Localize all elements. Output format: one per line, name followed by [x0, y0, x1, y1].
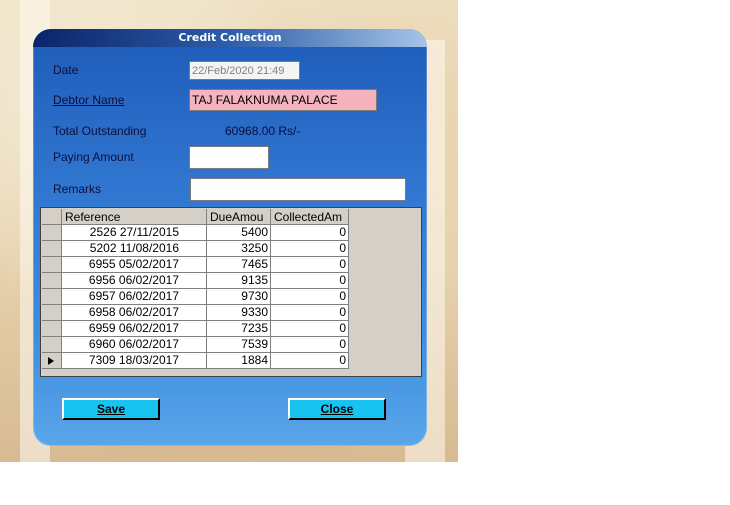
cell-collected-amount[interactable]: 0 — [271, 241, 349, 257]
remarks-field[interactable] — [190, 178, 406, 201]
column-header-collected-amount[interactable]: CollectedAm — [271, 209, 349, 225]
debtor-name-field[interactable]: TAJ FALAKNUMA PALACE — [189, 89, 377, 111]
row-selector[interactable] — [42, 321, 62, 337]
cell-collected-amount[interactable]: 0 — [271, 289, 349, 305]
cell-collected-amount[interactable]: 0 — [271, 337, 349, 353]
cell-collected-amount[interactable]: 0 — [271, 225, 349, 241]
grid-corner — [42, 209, 62, 225]
close-button[interactable]: Close — [288, 398, 386, 420]
cell-due-amount[interactable]: 9135 — [207, 273, 271, 289]
current-row-arrow-icon — [48, 357, 54, 365]
row-selector[interactable] — [42, 337, 62, 353]
cell-due-amount[interactable]: 5400 — [207, 225, 271, 241]
cell-reference[interactable]: 6958 06/02/2017 — [62, 305, 207, 321]
cell-reference[interactable]: 7309 18/03/2017 — [62, 353, 207, 369]
cell-due-amount[interactable]: 9330 — [207, 305, 271, 321]
total-outstanding-label: Total Outstanding — [53, 124, 147, 138]
outstanding-bills-grid[interactable]: Reference DueAmou CollectedAm 2526 27/11… — [40, 207, 422, 377]
cell-due-amount[interactable]: 7465 — [207, 257, 271, 273]
row-selector[interactable] — [42, 305, 62, 321]
debtor-name-label: Debtor Name — [53, 93, 125, 107]
cell-reference[interactable]: 6956 06/02/2017 — [62, 273, 207, 289]
cell-collected-amount[interactable]: 0 — [271, 257, 349, 273]
cell-reference[interactable]: 6959 06/02/2017 — [62, 321, 207, 337]
cell-reference[interactable]: 6957 06/02/2017 — [62, 289, 207, 305]
cell-reference[interactable]: 6955 05/02/2017 — [62, 257, 207, 273]
dialog-title: Credit Collection — [33, 29, 427, 47]
cell-due-amount[interactable]: 7539 — [207, 337, 271, 353]
row-selector[interactable] — [42, 289, 62, 305]
remarks-label: Remarks — [53, 182, 102, 196]
row-selector[interactable] — [42, 225, 62, 241]
row-selector[interactable] — [42, 241, 62, 257]
paying-amount-label: Paying Amount — [53, 150, 134, 164]
cell-due-amount[interactable]: 7235 — [207, 321, 271, 337]
cell-due-amount[interactable]: 1884 — [207, 353, 271, 369]
save-button[interactable]: Save — [62, 398, 160, 420]
paying-amount-field[interactable] — [189, 146, 269, 169]
row-selector[interactable] — [42, 353, 62, 369]
date-field[interactable]: 22/Feb/2020 21:49 — [189, 61, 300, 80]
cell-collected-amount[interactable]: 0 — [271, 321, 349, 337]
column-header-reference[interactable]: Reference — [62, 209, 207, 225]
row-selector[interactable] — [42, 257, 62, 273]
date-label: Date — [53, 63, 79, 77]
cell-reference[interactable]: 5202 11/08/2016 — [62, 241, 207, 257]
cell-collected-amount[interactable]: 0 — [271, 353, 349, 369]
total-outstanding-value: 60968.00 Rs/- — [225, 124, 301, 138]
column-header-due-amount[interactable]: DueAmou — [207, 209, 271, 225]
row-selector[interactable] — [42, 273, 62, 289]
cell-due-amount[interactable]: 3250 — [207, 241, 271, 257]
cell-reference[interactable]: 2526 27/11/2015 — [62, 225, 207, 241]
credit-collection-dialog: Credit Collection Date 22/Feb/2020 21:49… — [33, 29, 427, 446]
cell-due-amount[interactable]: 9730 — [207, 289, 271, 305]
cell-collected-amount[interactable]: 0 — [271, 273, 349, 289]
cell-reference[interactable]: 6960 06/02/2017 — [62, 337, 207, 353]
cell-collected-amount[interactable]: 0 — [271, 305, 349, 321]
